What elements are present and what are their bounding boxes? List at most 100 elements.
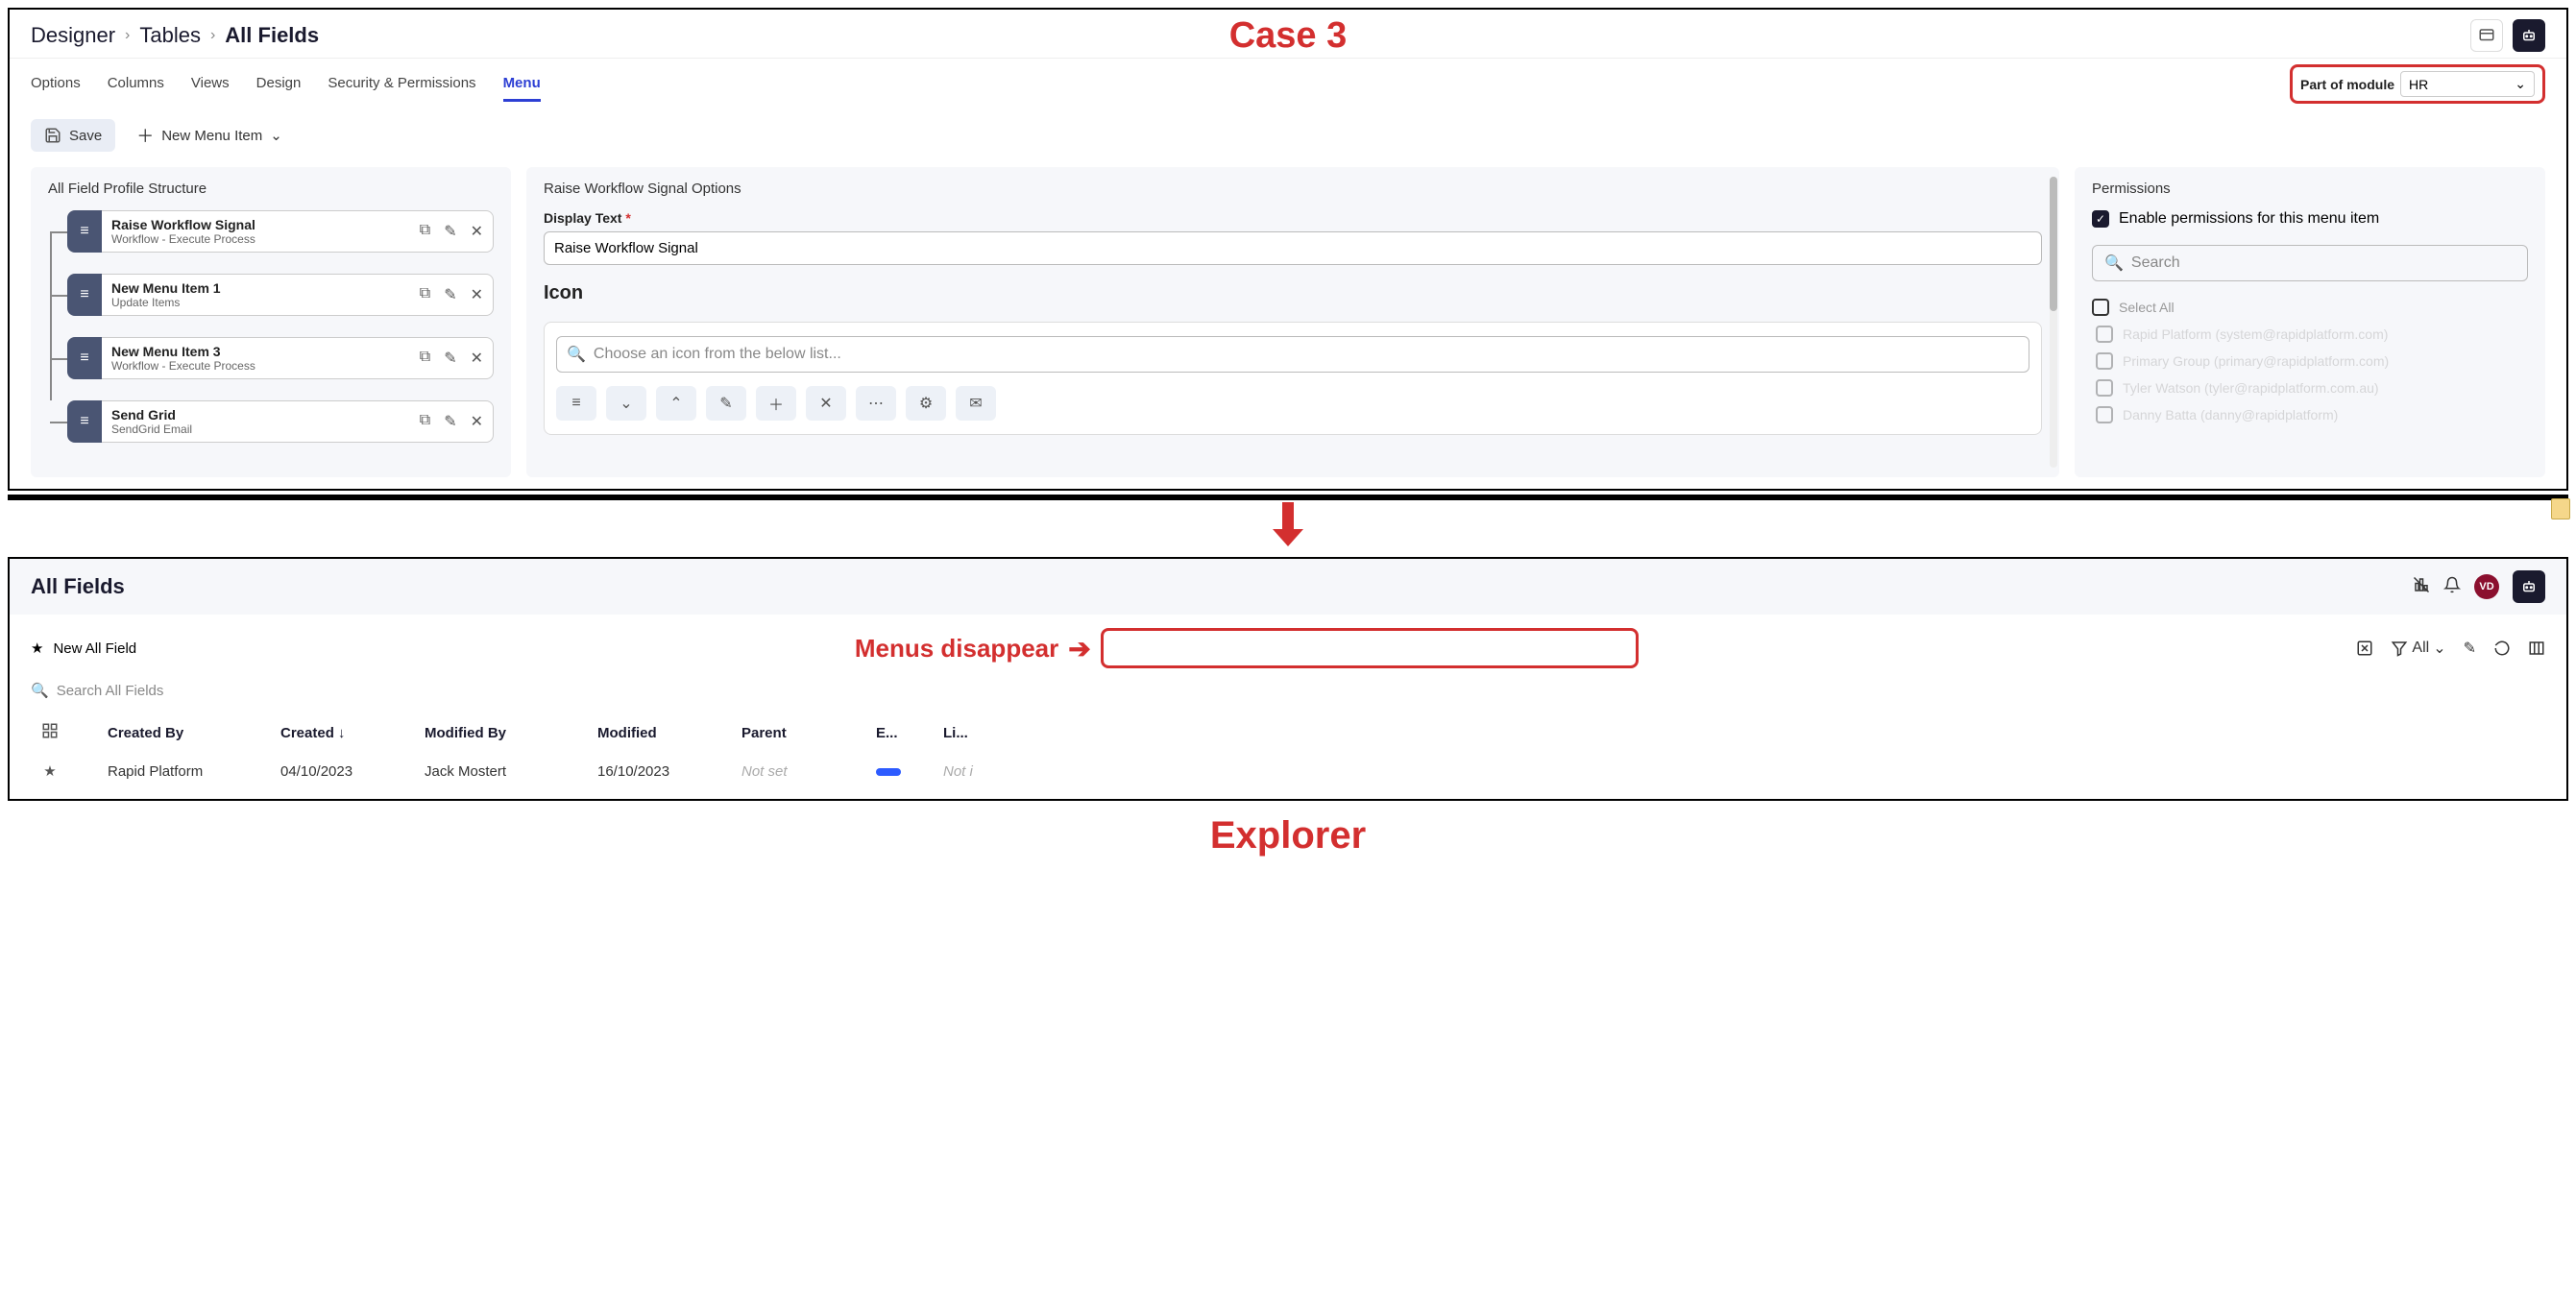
- copy-icon[interactable]: ⧉: [420, 222, 430, 241]
- cell-created-by: Rapid Platform: [108, 763, 242, 780]
- col-modified-by[interactable]: Modified By: [425, 725, 559, 741]
- close-icon[interactable]: ✕: [471, 285, 483, 304]
- new-menu-item-button[interactable]: ＋ New Menu Item ⌄: [127, 115, 292, 156]
- search-placeholder: Search All Fields: [57, 683, 164, 699]
- grid-icon[interactable]: [31, 722, 69, 743]
- drag-handle-icon[interactable]: ≡: [67, 337, 102, 379]
- copy-icon[interactable]: ⧉: [420, 412, 430, 431]
- tabs-row: Options Columns Views Design Security & …: [10, 58, 2566, 104]
- toolbar: Save ＋ New Menu Item ⌄: [10, 104, 2566, 167]
- checkbox-icon[interactable]: [2096, 379, 2113, 397]
- checkbox-checked-icon[interactable]: ✓: [2092, 210, 2109, 228]
- columns-icon[interactable]: [2528, 640, 2545, 657]
- edit-icon[interactable]: ✎: [2464, 639, 2476, 658]
- col-parent[interactable]: Parent: [741, 725, 838, 741]
- close-icon[interactable]: ✕: [471, 412, 483, 431]
- crumb-designer[interactable]: Designer: [31, 23, 115, 48]
- checkbox-icon[interactable]: [2096, 352, 2113, 370]
- edit-icon[interactable]: ✎: [444, 222, 456, 241]
- tab-design[interactable]: Design: [256, 67, 302, 102]
- excel-export-icon[interactable]: [2356, 640, 2373, 657]
- chart-icon[interactable]: [2413, 576, 2430, 598]
- gear-icon[interactable]: ⚙: [906, 386, 946, 421]
- plus-icon[interactable]: ＋: [756, 386, 796, 421]
- copy-icon[interactable]: ⧉: [420, 285, 430, 304]
- menu-item[interactable]: ≡ New Menu Item 3 Workflow - Execute Pro…: [67, 337, 494, 379]
- chevron-down-icon[interactable]: ⌄: [606, 386, 646, 421]
- tab-menu[interactable]: Menu: [503, 67, 541, 102]
- menu-tree: ≡ Raise Workflow Signal Workflow - Execu…: [48, 210, 494, 443]
- star-icon[interactable]: ★: [31, 762, 69, 780]
- col-created[interactable]: Created ↓: [280, 725, 386, 741]
- table-row[interactable]: ★ Rapid Platform 04/10/2023 Jack Mostert…: [31, 753, 2545, 789]
- tab-columns[interactable]: Columns: [108, 67, 164, 102]
- crumb-allfields[interactable]: All Fields: [225, 23, 319, 48]
- menu-item[interactable]: ≡ Raise Workflow Signal Workflow - Execu…: [67, 210, 494, 253]
- table-header: Created By Created ↓ Modified By Modifie…: [31, 712, 2545, 753]
- copy-icon[interactable]: ⧉: [420, 349, 430, 368]
- permission-item[interactable]: Danny Batta (danny@rapidplatform): [2096, 406, 2528, 423]
- select-all-row[interactable]: Select All: [2092, 299, 2528, 316]
- module-select[interactable]: HR ⌄: [2400, 71, 2535, 97]
- col-modified[interactable]: Modified: [597, 725, 703, 741]
- permissions-title: Permissions: [2092, 181, 2528, 197]
- col-li[interactable]: Li...: [943, 725, 982, 741]
- options-panel: Raise Workflow Signal Options Display Te…: [526, 167, 2059, 477]
- edit-icon[interactable]: ✎: [444, 412, 456, 431]
- save-button[interactable]: Save: [31, 119, 115, 152]
- permission-item[interactable]: Tyler Watson (tyler@rapidplatform.com.au…: [2096, 379, 2528, 397]
- permissions-search[interactable]: 🔍 Search: [2092, 245, 2528, 281]
- edit-icon[interactable]: ✎: [444, 349, 456, 368]
- drag-handle-icon[interactable]: ≡: [67, 400, 102, 443]
- chevron-up-icon[interactable]: ⌃: [656, 386, 696, 421]
- close-icon[interactable]: ✕: [806, 386, 846, 421]
- icon-grid: ≡ ⌄ ⌃ ✎ ＋ ✕ ⋯ ⚙ ✉: [556, 386, 2029, 421]
- explorer-search[interactable]: 🔍 Search All Fields: [10, 674, 2566, 712]
- filter-button[interactable]: All ⌄: [2391, 639, 2445, 658]
- item-title: Raise Workflow Signal: [111, 217, 420, 232]
- avatar[interactable]: VD: [2474, 574, 2499, 599]
- table: Created By Created ↓ Modified By Modifie…: [10, 712, 2566, 799]
- close-icon[interactable]: ✕: [471, 222, 483, 241]
- menu-item[interactable]: ≡ Send Grid SendGrid Email ⧉ ✎ ✕: [67, 400, 494, 443]
- col-e[interactable]: E...: [876, 725, 905, 741]
- bot-icon[interactable]: [2513, 570, 2545, 603]
- menu-icon[interactable]: ≡: [556, 386, 596, 421]
- item-title: Send Grid: [111, 407, 420, 423]
- drag-handle-icon[interactable]: ≡: [67, 274, 102, 316]
- checkbox-icon[interactable]: [2092, 299, 2109, 316]
- drag-handle-icon[interactable]: ≡: [67, 210, 102, 253]
- enable-permissions-row[interactable]: ✓ Enable permissions for this menu item: [2092, 210, 2528, 228]
- tab-views[interactable]: Views: [191, 67, 230, 102]
- more-icon[interactable]: ⋯: [856, 386, 896, 421]
- display-text-label: Display Text *: [544, 210, 2042, 226]
- explorer-toolbar: ★ New All Field Menus disappear ➔ All ⌄ …: [10, 615, 2566, 674]
- bell-icon[interactable]: [2443, 576, 2461, 598]
- menu-item[interactable]: ≡ New Menu Item 1 Update Items ⧉ ✎ ✕: [67, 274, 494, 316]
- explorer-header: All Fields VD: [10, 559, 2566, 615]
- search-icon: 🔍: [2104, 254, 2124, 273]
- permission-item[interactable]: Rapid Platform (system@rapidplatform.com…: [2096, 326, 2528, 343]
- status-badge: [876, 768, 901, 776]
- tab-options[interactable]: Options: [31, 67, 81, 102]
- bot-icon[interactable]: [2513, 19, 2545, 52]
- close-icon[interactable]: ✕: [471, 349, 483, 368]
- col-created-by[interactable]: Created By: [108, 725, 242, 741]
- checkbox-icon[interactable]: [2096, 326, 2113, 343]
- new-all-field-button[interactable]: ★ New All Field: [31, 640, 136, 657]
- cell-parent: Not set: [741, 763, 838, 780]
- permission-item[interactable]: Primary Group (primary@rapidplatform.com…: [2096, 352, 2528, 370]
- select-all-label: Select All: [2119, 300, 2175, 315]
- crumb-tables[interactable]: Tables: [139, 23, 201, 48]
- icon-search-input[interactable]: 🔍 Choose an icon from the below list...: [556, 336, 2029, 373]
- checkbox-icon[interactable]: [2096, 406, 2113, 423]
- mail-icon[interactable]: ✉: [956, 386, 996, 421]
- refresh-icon[interactable]: [2493, 640, 2511, 657]
- edit-icon[interactable]: ✎: [444, 285, 456, 304]
- scrollbar[interactable]: [2050, 177, 2057, 468]
- tab-security[interactable]: Security & Permissions: [328, 67, 475, 102]
- layout-icon[interactable]: [2470, 19, 2503, 52]
- cell-li: Not i: [943, 763, 982, 780]
- display-text-input[interactable]: [544, 231, 2042, 265]
- pencil-icon[interactable]: ✎: [706, 386, 746, 421]
